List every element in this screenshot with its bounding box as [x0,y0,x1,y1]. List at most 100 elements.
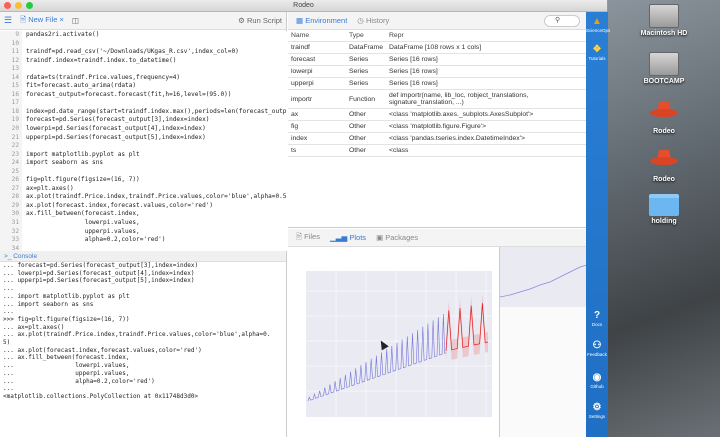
code-line[interactable]: ax.plot(traindf.Price.index,traindf.Pric… [26,193,287,202]
code-line[interactable]: forecast_output=forecast.forecast(fit,h=… [26,91,287,100]
code-line[interactable] [26,40,287,49]
search-input[interactable]: ⚲ [544,14,580,27]
plot-thumbnail[interactable] [499,247,588,307]
code-lines[interactable]: pandas2ri.activate() traindf=pd.read_csv(… [26,31,287,251]
scienceops-logo-icon: ▲ [592,16,602,27]
table-row[interactable]: importr Function def importr(name, lib_loc… [288,89,586,109]
cell-repr: <class 'pandas.tseries.index.DatetimeInd… [386,132,586,145]
desktop-icon-macintosh-hd[interactable]: Macintosh HD [624,4,704,37]
cell-name: lowerpi [288,65,346,78]
feedback-link[interactable]: ⚇ Feedback [586,340,608,357]
table-row[interactable]: index Other <class 'pandas.tseries.index.D… [288,132,586,145]
tab-environment[interactable]: ▦ Environment [296,16,347,25]
console-output[interactable]: ... forecast=pd.Series(forecast_output[3… [0,262,286,437]
tab-new-file[interactable]: 🖹 New File × [20,14,64,27]
code-line[interactable] [26,168,287,177]
close-button[interactable] [4,2,11,9]
console-line: 5) [3,339,11,347]
cell-name: ax [288,108,346,121]
docs-link[interactable]: ? Docs [586,310,608,327]
github-link[interactable]: ◉ Github [586,372,608,389]
line-number: 10 [11,39,19,47]
zoom-button[interactable] [26,2,33,9]
desktop-icon-holding[interactable]: holding [624,194,704,225]
split-icon[interactable]: ◫ [72,16,79,25]
console-line: ... [3,285,14,293]
tab-console[interactable]: >_ Console [0,251,286,262]
code-line[interactable] [26,142,287,151]
tab-history[interactable]: ◷ History [357,16,389,25]
code-line[interactable]: index=pd.date_range(start=traindf.index.… [26,108,287,117]
code-line[interactable]: ax.fill_between(forecast.index, [26,210,287,219]
close-tab-icon[interactable]: × [59,15,63,24]
code-line[interactable]: traindf=pd.read_csv('~/Downloads/UKgas_R… [26,48,287,57]
tab-console-label: Console [13,253,38,260]
editor-toolbar: ☰ 🖹 New File × ◫ ⚙ Run Script [0,12,286,30]
tutorials-link[interactable]: ❖ Tutorials [586,44,608,61]
code-line[interactable]: rdata=ts(traindf.Price.values,frequency=… [26,74,287,83]
table-row[interactable]: traindf DataFrame DataFrame [108 rows x 1 … [288,41,586,54]
window-controls [4,2,33,9]
right-sidebar: ▲ ScienceOps ❖ Tutorials ? Docs ⚇ Feedba… [586,12,610,437]
code-line[interactable]: import seaborn as sns [26,159,287,168]
folder-icon[interactable]: ☰ [4,15,12,26]
table-row[interactable]: ts Other <class [288,144,586,157]
table-row[interactable]: ax Other <class 'matplotlib.axes._subplots… [288,108,586,121]
code-line[interactable]: alpha=0.2,color='red') [26,236,287,245]
environment-pane: ▦ Environment ◷ History ⚲ Name Type Repr… [288,12,586,228]
code-line[interactable]: pandas2ri.activate() [26,31,287,40]
code-line[interactable]: lowerpi.values, [26,219,287,228]
table-row[interactable]: fig Other <class 'matplotlib.figure.Figure… [288,120,586,133]
code-line[interactable]: ax=plt.axes() [26,185,287,194]
desktop-icon-bootcamp[interactable]: BOOTCAMP [624,52,704,85]
desktop-icon-rodeo-1[interactable]: Rodeo [624,98,704,135]
code-line[interactable] [26,65,287,74]
tab-plots[interactable]: ▁▃▅ Plots [330,233,366,242]
column-header-type[interactable]: Type [346,30,386,42]
line-number: 30 [11,210,19,218]
plot-thumbnails[interactable] [499,247,588,437]
cell-name: index [288,132,346,145]
code-line[interactable]: import matplotlib.pyplot as plt [26,151,287,160]
line-number: 24 [11,159,19,167]
tab-packages-label: Packages [385,233,419,242]
console-line: >>> fig=plt.figure(figsize=(16, 7)) [3,315,130,323]
table-row[interactable]: lowerpi Series Series [16 rows] [288,65,586,78]
line-number: 12 [11,56,19,64]
cell-name: importr [288,89,346,109]
tab-plots-label: Plots [349,233,367,242]
column-header-repr[interactable]: Repr [386,30,586,42]
code-line[interactable]: ax.plot(forecast.index,forecast.values,c… [26,202,287,211]
line-number: 13 [11,65,19,73]
tab-packages[interactable]: ▣ Packages [376,233,418,242]
minimize-button[interactable] [15,2,22,9]
settings-link[interactable]: ⚙ Settings [586,402,608,419]
code-line[interactable]: fit=forecast.auto_arima(rdata) [26,82,287,91]
code-line[interactable]: traindf.index=traindf.index.to_datetime(… [26,57,287,66]
desktop-icon-label: Macintosh HD [640,30,688,37]
clock-icon: ◷ [357,16,364,25]
code-editor[interactable]: 9 10 11 12 13 14 15 16 17 18 19 20 21 22 23 24 25 26 27 28 2… [0,31,287,251]
code-line[interactable]: upperpi.values, [26,228,287,237]
plot-image[interactable] [296,261,496,429]
tab-files[interactable]: 🖹 Files [296,231,320,244]
table-row[interactable]: upperpi Series Series [16 rows] [288,77,586,90]
run-script-button[interactable]: ⚙ Run Script [238,16,282,25]
code-line[interactable] [26,99,287,108]
column-header-name[interactable]: Name [288,30,346,42]
console-line: ... ax.fill_between(forecast.index, [3,354,130,362]
code-line[interactable]: upperpi=pd.Series(forecast_output[5],ind… [26,134,287,143]
scienceops-link[interactable]: ▲ ScienceOps [586,16,610,33]
desktop-icon-rodeo-2[interactable]: Rodeo [624,146,704,183]
python-icon: ❖ [592,44,602,55]
console-pane[interactable]: >_ Console ... forecast=pd.Series(foreca… [0,251,287,437]
cell-type: Other [346,108,386,121]
table-row[interactable]: forecast Series Series [16 rows] [288,53,586,66]
table-icon: ▦ [296,16,304,25]
line-number: 22 [11,142,19,150]
code-line[interactable]: fig=plt.figure(figsize=(16, 7)) [26,176,287,185]
cell-repr: DataFrame [108 rows x 1 cols] [386,41,586,54]
console-line: ... ax.plot(forecast.index,forecast.valu… [3,346,202,354]
code-line[interactable]: forecast=pd.Series(forecast_output[3],in… [26,116,287,125]
code-line[interactable]: lowerpi=pd.Series(forecast_output[4],ind… [26,125,287,134]
